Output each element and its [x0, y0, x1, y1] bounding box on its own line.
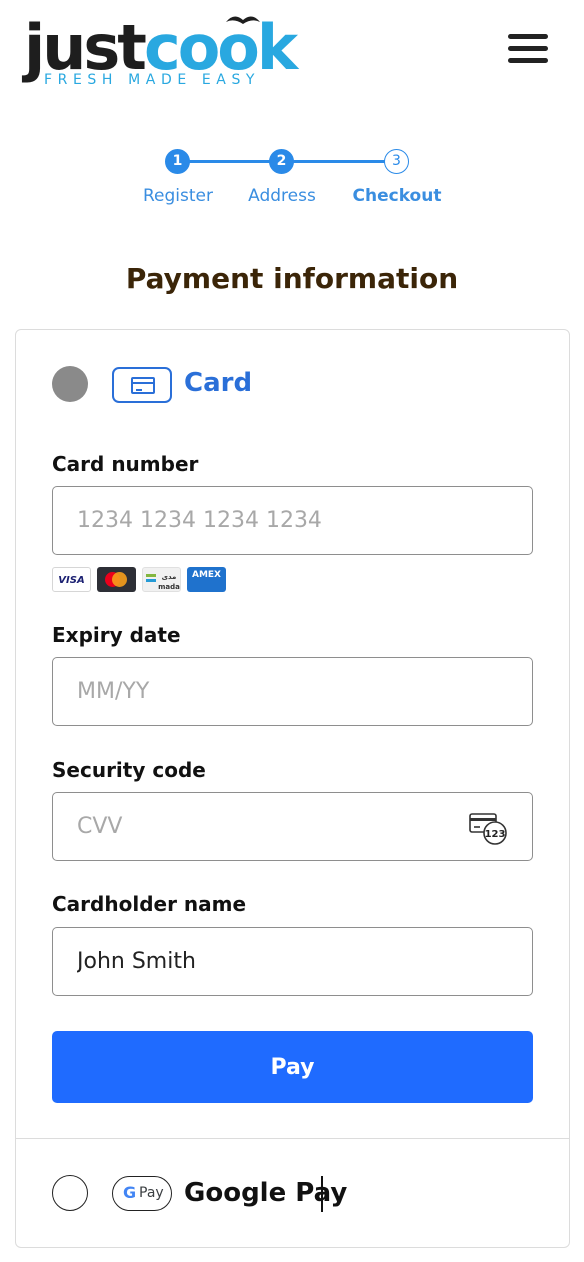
justcook-logo[interactable]: justcook FRESH MADE EASY — [24, 8, 298, 98]
cardholder-name-input[interactable] — [52, 927, 533, 996]
chef-mustache-icon — [226, 16, 260, 24]
step-label-register[interactable]: Register — [143, 186, 213, 206]
step-label-checkout: Checkout — [352, 186, 442, 206]
step-connector — [178, 160, 282, 163]
step-label-address[interactable]: Address — [248, 186, 316, 206]
step-3-indicator: 3 — [384, 149, 409, 174]
step-1-indicator: 1 — [165, 149, 190, 174]
google-pay-icon: G Pay — [112, 1176, 172, 1211]
hamburger-menu-icon[interactable] — [508, 34, 550, 66]
header: justcook FRESH MADE EASY — [0, 0, 584, 110]
google-pay-radio[interactable] — [52, 1175, 88, 1211]
text-cursor — [321, 1176, 323, 1212]
mada-logo-icon: مدى mada — [142, 567, 181, 592]
cvv-card-icon: 123 — [469, 813, 507, 845]
svg-text:123: 123 — [485, 829, 506, 840]
card-number-input[interactable] — [52, 486, 533, 555]
payment-methods-panel: Card Card number VISA مدى mada AMEX Expi… — [15, 329, 570, 1248]
card-radio[interactable] — [52, 366, 88, 402]
step-2-indicator: 2 — [269, 149, 294, 174]
cardholder-name-label: Cardholder name — [52, 892, 247, 916]
logo-tagline: FRESH MADE EASY — [44, 72, 261, 88]
step-connector — [282, 160, 396, 163]
expiry-date-input[interactable] — [52, 657, 533, 726]
visa-logo-icon: VISA — [52, 567, 91, 592]
security-code-label: Security code — [52, 758, 206, 782]
card-method-label[interactable]: Card — [184, 368, 252, 398]
credit-card-icon — [112, 367, 172, 403]
pay-button[interactable]: Pay — [52, 1031, 533, 1103]
amex-logo-icon: AMEX — [187, 567, 226, 592]
card-number-label: Card number — [52, 452, 199, 476]
divider — [16, 1138, 569, 1139]
mastercard-logo-icon — [97, 567, 136, 592]
security-code-input[interactable] — [52, 792, 533, 861]
expiry-date-label: Expiry date — [52, 623, 181, 647]
page-title: Payment information — [125, 262, 459, 295]
checkout-stepper: 1 2 3 Register Address Checkout — [130, 146, 460, 216]
